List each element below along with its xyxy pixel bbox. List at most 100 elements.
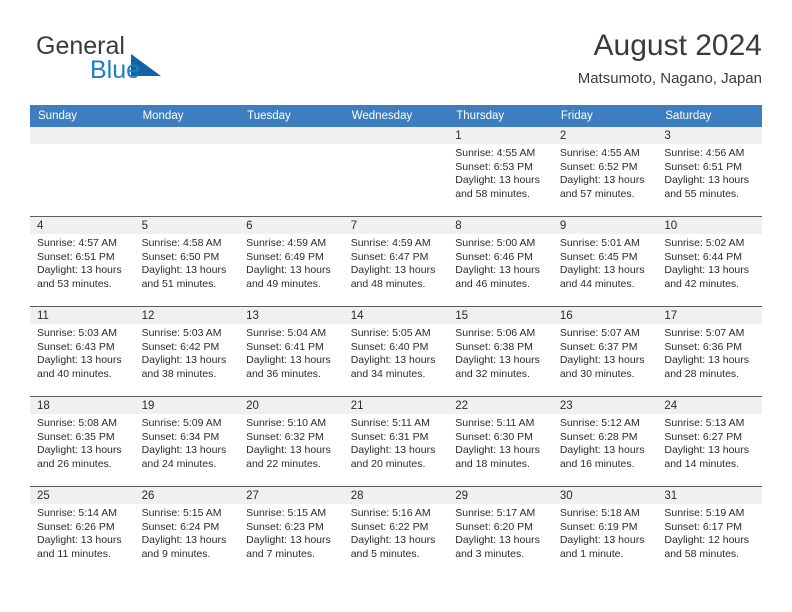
calendar-day-cell[interactable]: 27 Sunrise: 5:15 AM Sunset: 6:23 PM Dayligh… (239, 486, 344, 576)
day-cell-inner: 19 Sunrise: 5:09 AM Sunset: 6:34 PM Dayligh… (134, 397, 240, 486)
daylight-text-line1: Daylight: 13 hours (246, 264, 331, 277)
sunset-text: Sunset: 6:23 PM (246, 520, 324, 533)
calendar-head: Sunday Monday Tuesday Wednesday Thursday… (30, 105, 762, 127)
sunrise-text: Sunrise: 5:18 AM (559, 507, 640, 519)
daylight-text-line2: and 46 minutes. (455, 277, 530, 290)
daylight-text-line1: Daylight: 13 hours (350, 264, 436, 277)
calendar-day-cell[interactable]: 31 Sunrise: 5:19 AM Sunset: 6:17 PM Dayligh… (657, 486, 762, 576)
daylight-text-line1: Daylight: 13 hours (455, 534, 540, 547)
sunrise-text: Sunrise: 5:15 AM (141, 507, 222, 519)
day-number: 23 (552, 397, 658, 414)
calendar-day-cell[interactable]: 6 Sunrise: 4:59 AM Sunset: 6:49 PM Daylight… (239, 216, 344, 307)
calendar-day-cell[interactable]: 28 Sunrise: 5:16 AM Sunset: 6:22 PM Dayligh… (343, 486, 449, 576)
calendar-day-cell[interactable]: 30 Sunrise: 5:18 AM Sunset: 6:19 PM Dayligh… (552, 486, 658, 576)
sunset-text: Sunset: 6:40 PM (350, 340, 429, 353)
daylight-text-line2: and 40 minutes. (37, 367, 112, 380)
daylight-text-line1: Daylight: 13 hours (141, 354, 227, 367)
day-details: Sunrise: 4:59 AM Sunset: 6:47 PM Daylight:… (344, 234, 449, 291)
calendar-day-cell[interactable]: 4 Sunrise: 4:57 AM Sunset: 6:51 PM Daylight… (30, 216, 135, 307)
calendar-day-cell[interactable]: 11 Sunrise: 5:03 AM Sunset: 6:43 PM Dayligh… (30, 306, 135, 397)
sunrise-text: Sunrise: 4:59 AM (350, 237, 431, 249)
day-number: 19 (134, 397, 240, 414)
calendar-day-cell[interactable]: 10 Sunrise: 5:02 AM Sunset: 6:44 PM Dayligh… (657, 216, 762, 307)
day-cell-inner: 26 Sunrise: 5:15 AM Sunset: 6:24 PM Dayligh… (134, 487, 240, 576)
calendar-day-cell[interactable]: 14 Sunrise: 5:05 AM Sunset: 6:40 PM Dayligh… (343, 306, 449, 397)
calendar-day-cell[interactable]: 13 Sunrise: 5:04 AM Sunset: 6:41 PM Dayligh… (239, 306, 344, 397)
day-number: 17 (657, 307, 762, 324)
calendar-day-cell[interactable]: 9 Sunrise: 5:01 AM Sunset: 6:45 PM Daylight… (552, 216, 658, 307)
daylight-text-line1: Daylight: 13 hours (559, 534, 645, 547)
day-details: Sunrise: 5:16 AM Sunset: 6:22 PM Daylight:… (344, 504, 449, 561)
day-details: Sunrise: 5:03 AM Sunset: 6:43 PM Daylight:… (30, 324, 135, 381)
sunset-text: Sunset: 6:19 PM (559, 520, 638, 533)
calendar-day-cell[interactable]: 19 Sunrise: 5:09 AM Sunset: 6:34 PM Dayligh… (134, 396, 240, 487)
day-details: Sunrise: 4:55 AM Sunset: 6:53 PM Daylight:… (448, 144, 553, 201)
calendar-day-cell[interactable]: 26 Sunrise: 5:15 AM Sunset: 6:24 PM Dayligh… (134, 486, 240, 576)
calendar-day-cell[interactable]: 2 Sunrise: 4:55 AM Sunset: 6:52 PM Daylight… (552, 127, 658, 217)
calendar-day-cell[interactable]: 23 Sunrise: 5:12 AM Sunset: 6:28 PM Dayligh… (552, 396, 658, 487)
daylight-text-line2: and 38 minutes. (141, 367, 217, 380)
calendar-day-cell[interactable]: 3 Sunrise: 4:56 AM Sunset: 6:51 PM Daylight… (657, 127, 762, 217)
daylight-text-line2: and 48 minutes. (350, 277, 426, 290)
calendar-day-cell[interactable]: 21 Sunrise: 5:11 AM Sunset: 6:31 PM Dayligh… (343, 396, 449, 487)
daylight-text-line1: Daylight: 13 hours (350, 444, 436, 457)
calendar-day-cell[interactable]: 20 Sunrise: 5:10 AM Sunset: 6:32 PM Dayligh… (239, 396, 344, 487)
day-cell-inner: 13 Sunrise: 5:04 AM Sunset: 6:41 PM Dayligh… (239, 307, 344, 396)
calendar-day-cell[interactable]: 29 Sunrise: 5:17 AM Sunset: 6:20 PM Dayligh… (448, 486, 553, 576)
sunrise-text: Sunrise: 5:07 AM (664, 327, 745, 339)
calendar-day-cell[interactable]: 1 Sunrise: 4:55 AM Sunset: 6:53 PM Daylight… (448, 127, 553, 217)
day-cell-inner: 4 Sunrise: 4:57 AM Sunset: 6:51 PM Daylight… (30, 217, 135, 306)
day-number: 12 (134, 307, 240, 324)
daylight-text-line2: and 28 minutes. (664, 367, 740, 380)
daylight-text-line2: and 57 minutes. (559, 187, 635, 200)
day-number (134, 127, 240, 144)
sunrise-text: Sunrise: 4:56 AM (664, 147, 745, 159)
calendar-day-cell[interactable]: 8 Sunrise: 5:00 AM Sunset: 6:46 PM Daylight… (448, 216, 553, 307)
calendar-day-cell[interactable]: 7 Sunrise: 4:59 AM Sunset: 6:47 PM Daylight… (343, 216, 449, 307)
sunrise-text: Sunrise: 4:55 AM (455, 147, 536, 159)
calendar-day-cell[interactable]: 24 Sunrise: 5:13 AM Sunset: 6:27 PM Dayligh… (657, 396, 762, 487)
calendar-day-cell[interactable]: 5 Sunrise: 4:58 AM Sunset: 6:50 PM Daylight… (134, 216, 240, 307)
sunset-text: Sunset: 6:22 PM (350, 520, 429, 533)
daylight-text-line1: Daylight: 13 hours (455, 174, 540, 187)
day-cell-inner: 21 Sunrise: 5:11 AM Sunset: 6:31 PM Dayligh… (343, 397, 449, 486)
daylight-text-line2: and 20 minutes. (350, 457, 426, 470)
calendar-day-cell[interactable]: 16 Sunrise: 5:07 AM Sunset: 6:37 PM Dayligh… (552, 306, 658, 397)
day-number: 25 (30, 487, 135, 504)
day-cell-inner: 11 Sunrise: 5:03 AM Sunset: 6:43 PM Dayligh… (30, 307, 135, 396)
day-cell-inner: 15 Sunrise: 5:06 AM Sunset: 6:38 PM Dayligh… (448, 307, 553, 396)
sunrise-text: Sunrise: 5:12 AM (559, 417, 640, 429)
calendar-day-cell[interactable]: 18 Sunrise: 5:08 AM Sunset: 6:35 PM Dayligh… (30, 396, 135, 487)
daylight-text-line1: Daylight: 13 hours (455, 354, 540, 367)
sunset-text: Sunset: 6:43 PM (37, 340, 115, 353)
daylight-text-line2: and 49 minutes. (246, 277, 321, 290)
day-details: Sunrise: 4:57 AM Sunset: 6:51 PM Daylight:… (30, 234, 135, 291)
day-cell-inner: 5 Sunrise: 4:58 AM Sunset: 6:50 PM Daylight… (134, 217, 240, 306)
day-number: 18 (30, 397, 135, 414)
day-number: 15 (448, 307, 553, 324)
day-cell-inner: 29 Sunrise: 5:17 AM Sunset: 6:20 PM Dayligh… (448, 487, 553, 576)
day-details: Sunrise: 5:00 AM Sunset: 6:46 PM Daylight:… (448, 234, 553, 291)
sunrise-text: Sunrise: 4:58 AM (141, 237, 222, 249)
daylight-text-line1: Daylight: 13 hours (246, 444, 331, 457)
general-blue-logo[interactable]: General Blue (30, 32, 250, 90)
sunset-text: Sunset: 6:53 PM (455, 160, 533, 173)
day-details: Sunrise: 5:04 AM Sunset: 6:41 PM Daylight:… (239, 324, 344, 381)
day-cell-inner (343, 127, 449, 216)
calendar-day-cell[interactable]: 17 Sunrise: 5:07 AM Sunset: 6:36 PM Dayligh… (657, 306, 762, 397)
day-cell-inner: 28 Sunrise: 5:16 AM Sunset: 6:22 PM Dayligh… (343, 487, 449, 576)
day-cell-inner: 18 Sunrise: 5:08 AM Sunset: 6:35 PM Dayligh… (30, 397, 135, 486)
day-number: 14 (343, 307, 449, 324)
day-number: 20 (239, 397, 344, 414)
calendar-day-cell[interactable]: 22 Sunrise: 5:11 AM Sunset: 6:30 PM Dayligh… (448, 396, 553, 487)
sunset-text: Sunset: 6:51 PM (664, 160, 743, 173)
daylight-text-line1: Daylight: 13 hours (559, 174, 645, 187)
calendar-day-cell[interactable]: 25 Sunrise: 5:14 AM Sunset: 6:26 PM Dayligh… (30, 486, 135, 576)
sunrise-text: Sunrise: 4:59 AM (246, 237, 327, 249)
calendar-day-cell[interactable]: 15 Sunrise: 5:06 AM Sunset: 6:38 PM Dayligh… (448, 306, 553, 397)
day-details: Sunrise: 5:01 AM Sunset: 6:45 PM Daylight:… (553, 234, 658, 291)
calendar-day-cell[interactable]: 12 Sunrise: 5:03 AM Sunset: 6:42 PM Dayligh… (134, 306, 240, 397)
sunrise-text: Sunrise: 5:19 AM (664, 507, 745, 519)
day-cell-inner (30, 127, 135, 216)
day-number: 31 (657, 487, 762, 504)
